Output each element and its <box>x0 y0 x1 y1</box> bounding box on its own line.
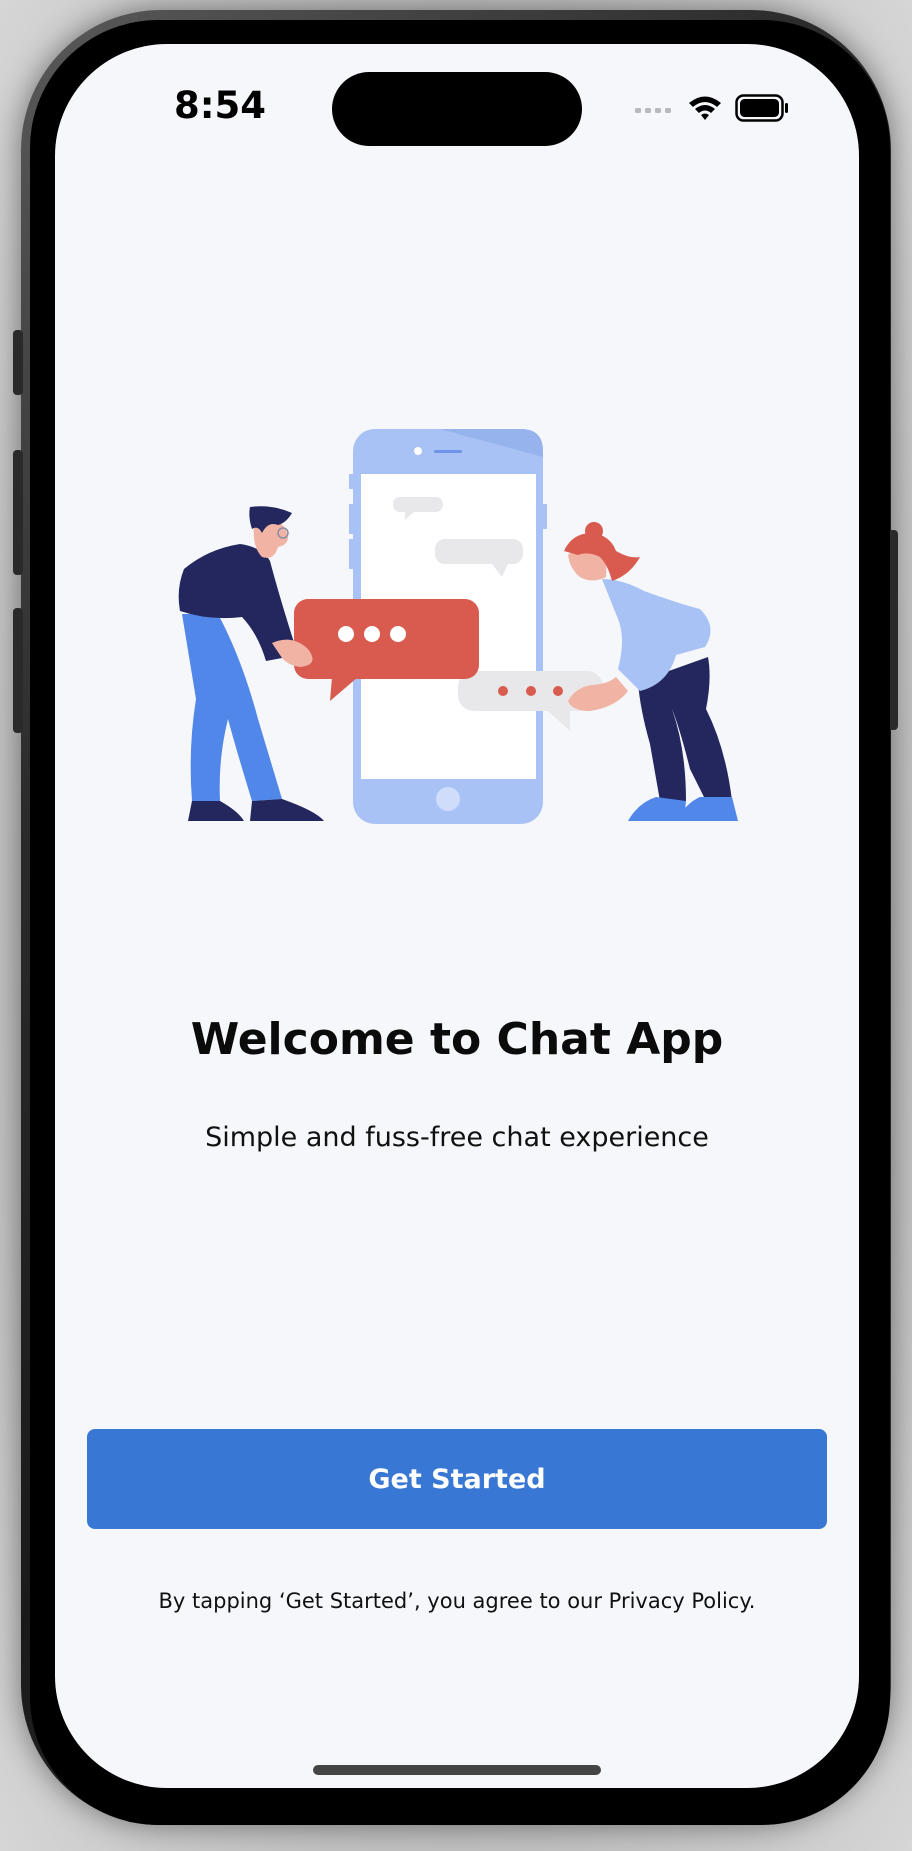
page-subtitle: Simple and fuss-free chat experience <box>205 1122 709 1153</box>
man-figure <box>178 506 324 821</box>
page-title: Welcome to Chat App <box>190 1014 724 1065</box>
battery-icon <box>735 94 788 122</box>
signal-icon <box>635 108 671 113</box>
side-button-silent <box>13 330 23 395</box>
dynamic-island <box>332 72 582 146</box>
privacy-consent-text: By tapping ‘Get Started’, you agree to o… <box>158 1589 756 1613</box>
wifi-icon <box>689 96 721 120</box>
get-started-button[interactable]: Get Started <box>87 1429 827 1529</box>
screen: 8:54 Welcome to Chat App Simple and fuss… <box>55 44 859 1788</box>
side-button-volume-down <box>13 608 23 733</box>
home-indicator[interactable] <box>313 1765 601 1775</box>
status-icons <box>635 94 789 122</box>
gray-bubble-small <box>393 497 443 512</box>
status-time: 8:54 <box>173 84 267 127</box>
gray-bubble-medium <box>435 539 523 564</box>
side-button-volume-up <box>13 450 23 575</box>
chat-illustration <box>178 429 738 824</box>
